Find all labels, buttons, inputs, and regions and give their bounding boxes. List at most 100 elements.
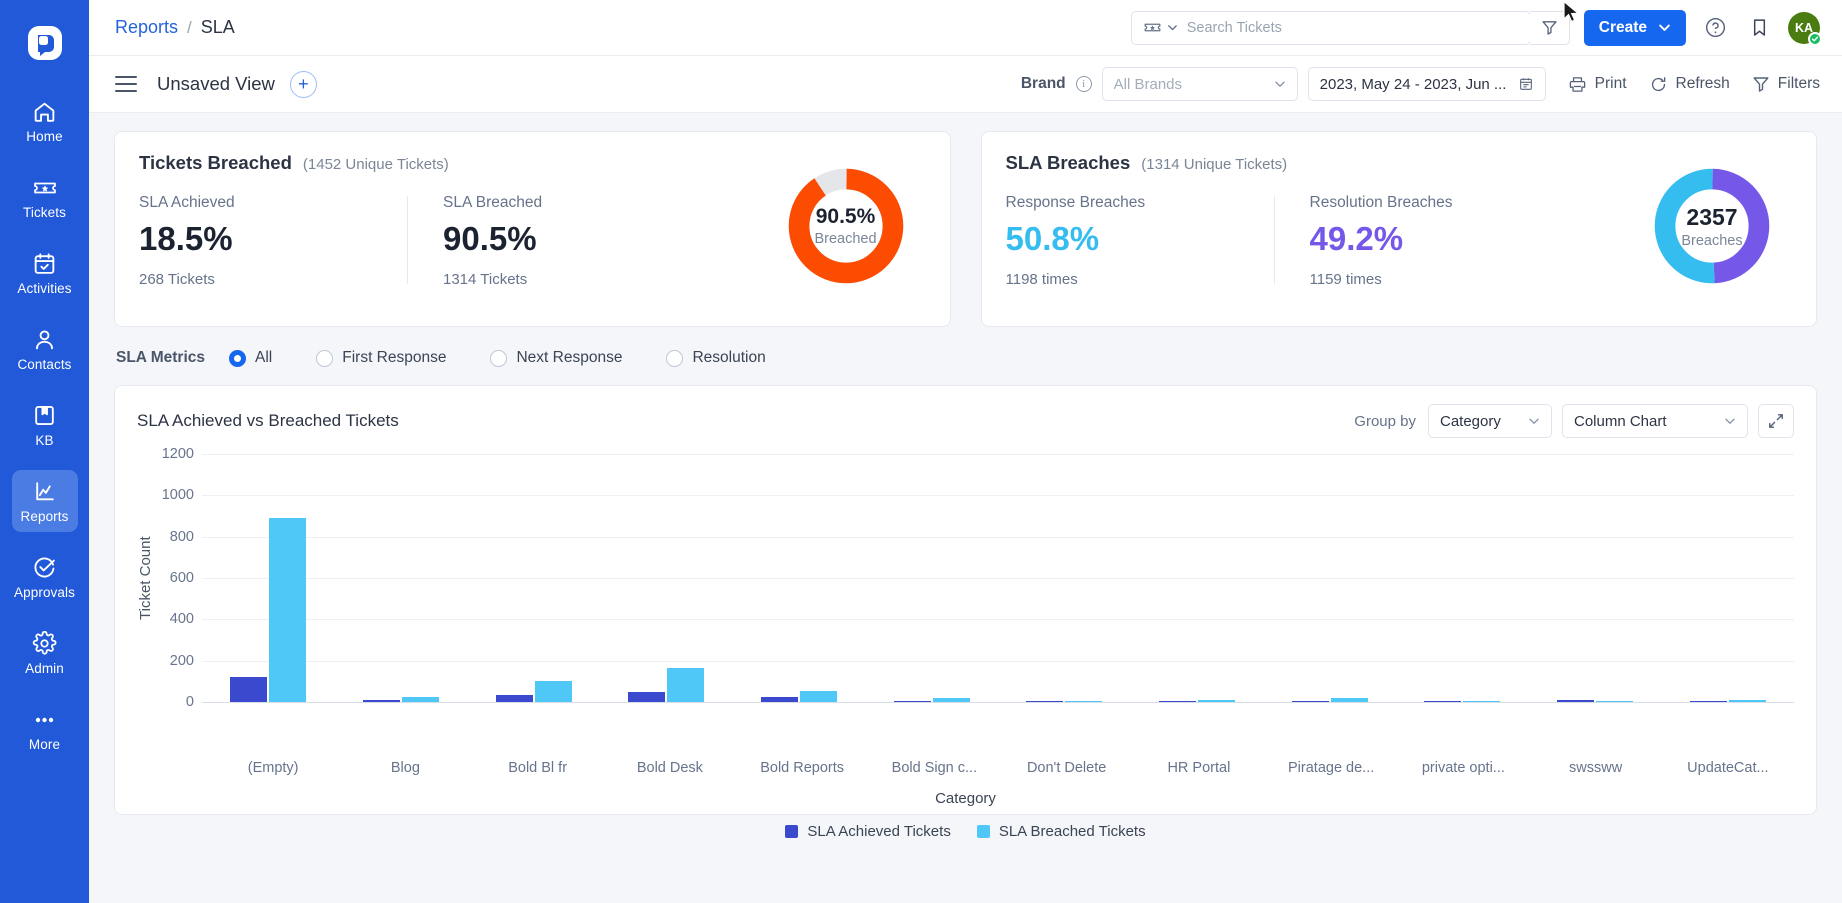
bar[interactable] [1596, 700, 1634, 702]
radio-option-all[interactable]: All [229, 349, 272, 367]
bar[interactable] [1065, 700, 1103, 702]
legend-item[interactable]: SLA Achieved Tickets [785, 823, 951, 840]
print-button[interactable]: Print [1568, 75, 1627, 94]
create-button[interactable]: Create [1583, 9, 1686, 46]
plot-canvas [202, 454, 1794, 703]
radio-option-next-response[interactable]: Next Response [490, 349, 622, 367]
sidebar-item-contacts[interactable]: Contacts [12, 318, 78, 380]
toolbar-filters: Brand i All Brands 2023, May 24 - 2023, … [1021, 67, 1546, 101]
bar[interactable] [269, 518, 307, 702]
bar[interactable] [1424, 700, 1462, 702]
expand-chart-button[interactable] [1758, 404, 1794, 438]
breadcrumb-separator: / [187, 17, 192, 37]
avatar[interactable]: KA [1788, 11, 1822, 46]
hamburger-icon[interactable] [115, 76, 137, 92]
radio-icon [316, 349, 334, 367]
help-button[interactable] [1700, 13, 1730, 43]
question-circle-icon [1705, 17, 1725, 38]
sidebar-item-tickets[interactable]: Tickets [12, 166, 78, 228]
metric-sub: 1314 Tickets [443, 270, 528, 288]
bar[interactable] [1463, 700, 1501, 702]
bar[interactable] [628, 691, 666, 702]
x-axis-tick: HR Portal [1167, 760, 1231, 776]
radio-option-first-response[interactable]: First Response [316, 349, 446, 367]
search-box [1130, 10, 1531, 45]
sla-metrics-label: SLA Metrics [116, 349, 206, 366]
bar[interactable] [363, 699, 400, 702]
metric-value: 49.2% [1309, 220, 1404, 257]
bar[interactable] [1198, 699, 1236, 702]
bar[interactable] [761, 696, 799, 702]
sidebar-item-reports[interactable]: Reports [11, 470, 78, 532]
bar[interactable] [402, 697, 439, 702]
sidebar-item-label: Reports [20, 508, 69, 524]
refresh-button[interactable]: Refresh [1649, 75, 1730, 94]
sidebar-item-activities[interactable]: Activities [12, 242, 78, 304]
bar[interactable] [667, 667, 705, 702]
sidebar-item-admin[interactable]: Admin [12, 622, 78, 684]
chevron-down-icon [1167, 25, 1177, 31]
legend-item[interactable]: SLA Breached Tickets [976, 823, 1146, 840]
donut-label: Breaches [1681, 232, 1743, 249]
boldesk-logo[interactable] [24, 22, 66, 64]
charttype-select[interactable]: Column Chart [1562, 404, 1748, 438]
bar-group [467, 454, 600, 702]
bar[interactable] [1291, 700, 1329, 702]
person-icon [32, 327, 58, 353]
bar[interactable] [1689, 700, 1727, 702]
sidebar-item-more[interactable]: More [12, 698, 78, 760]
search-filter-button[interactable] [1529, 10, 1570, 45]
groupby-select[interactable]: Category [1428, 404, 1552, 438]
bar[interactable] [1330, 697, 1368, 702]
radio-label: Resolution [692, 349, 766, 366]
brand-select[interactable]: All Brands [1101, 67, 1298, 101]
bar[interactable] [1557, 699, 1595, 702]
sidebar-item-approvals[interactable]: Approvals [12, 546, 78, 608]
home-icon [32, 99, 58, 125]
bar[interactable] [534, 681, 572, 702]
card-subtitle: (1452 Unique Tickets) [302, 156, 449, 173]
bar[interactable] [932, 697, 970, 702]
x-axis-tick: Blog [390, 760, 420, 776]
filters-button[interactable]: Filters [1752, 75, 1820, 93]
metric-value: 90.5% [443, 220, 537, 257]
card-subtitle: (1314 Unique Tickets) [1141, 156, 1288, 173]
bar[interactable] [1026, 700, 1064, 702]
radio-option-resolution[interactable]: Resolution [666, 349, 766, 367]
date-range-picker[interactable]: 2023, May 24 - 2023, Jun ... [1307, 67, 1546, 101]
tickets-breached-card: Tickets Breached (1452 Unique Tickets) S… [114, 131, 951, 327]
x-axis-tick: UpdateCat... [1687, 760, 1769, 776]
search-type-selector[interactable] [1132, 18, 1187, 37]
sidebar-item-home[interactable]: Home [12, 90, 78, 152]
sidebar-item-label: Approvals [14, 584, 75, 600]
radio-icon [229, 349, 247, 367]
gridline [202, 702, 1794, 703]
bar[interactable] [1159, 700, 1197, 702]
bar-group [733, 454, 866, 702]
gear-icon [32, 631, 58, 657]
y-axis-title: Ticket Count [137, 536, 154, 620]
y-axis-tick: 600 [169, 570, 194, 586]
add-view-button[interactable]: + [289, 70, 317, 98]
sidebar-item-kb[interactable]: KB [12, 394, 78, 456]
brand-label: Brand [1020, 75, 1066, 92]
bar[interactable] [1728, 699, 1766, 702]
bar[interactable] [230, 677, 268, 702]
metric-sla-breached: SLA Breached 90.5% 1314 Tickets [407, 194, 675, 288]
metric-sub: 268 Tickets [139, 270, 215, 288]
breadcrumb-reports-link[interactable]: Reports [115, 17, 178, 38]
bookmark-button[interactable] [1744, 13, 1774, 43]
metric-label: Response Breaches [1005, 194, 1146, 211]
y-axis-tick: 1200 [161, 446, 194, 462]
bar[interactable] [893, 700, 931, 702]
bar[interactable] [495, 695, 533, 702]
add-view-label: + [298, 74, 309, 94]
bar[interactable] [800, 690, 838, 702]
search-input[interactable] [1186, 19, 1530, 36]
donut-value: 90.5% [815, 205, 876, 228]
check-circle-icon [32, 555, 58, 581]
ellipsis-icon [32, 707, 58, 733]
x-axis-tick: Bold Reports [760, 760, 845, 776]
donut-label: Breached [814, 231, 877, 247]
info-icon[interactable]: i [1075, 76, 1092, 92]
